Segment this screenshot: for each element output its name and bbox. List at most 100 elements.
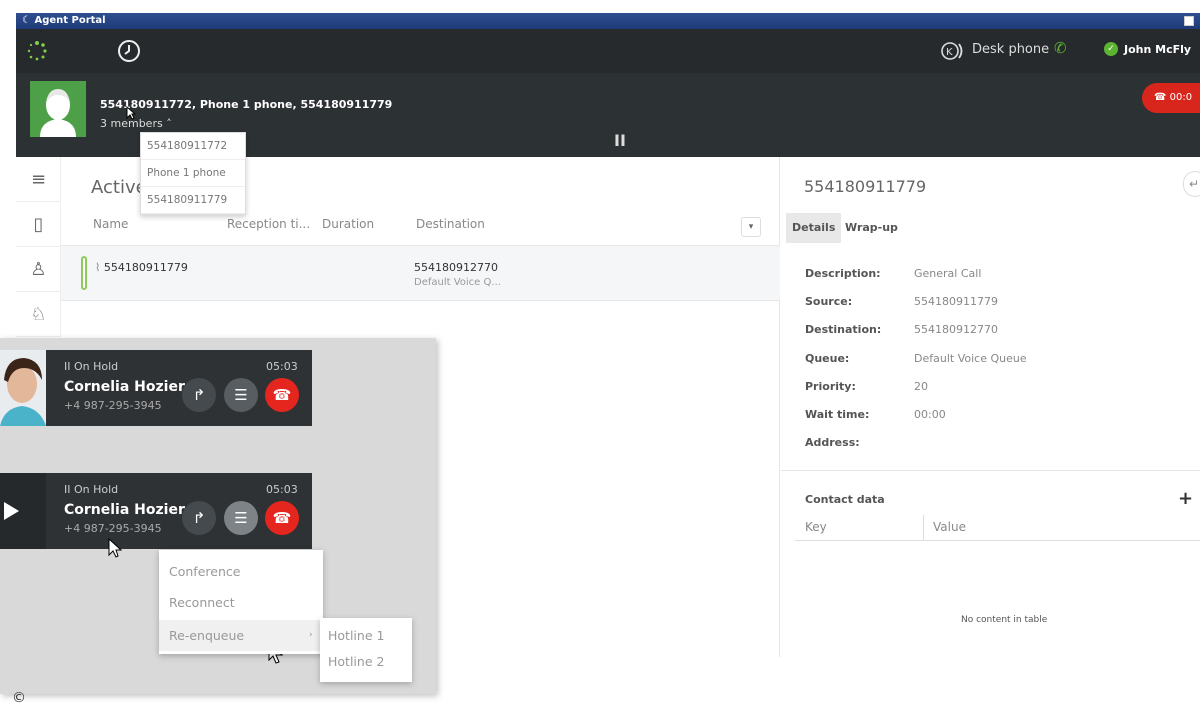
hold-time: 05:03 [266,483,298,496]
nav-active-calls[interactable]: ≡ [16,157,61,202]
copyright-mark: © [12,690,26,706]
column-header-destination[interactable]: Destination [416,217,485,231]
detail-label: Description: [805,267,881,280]
tab-details[interactable]: Details [786,213,842,243]
hangup-icon: ☎ [1154,92,1170,103]
detail-label: Destination: [805,323,882,336]
contact-photo [0,350,46,426]
table-row[interactable]: ⌇ 554180911779 554180912770 Default Voic… [61,245,780,301]
window-title: Agent Portal [34,15,106,26]
column-divider [923,515,924,541]
caller-avatar [30,81,86,137]
hangup-button[interactable]: ☎ 00:0 [1142,83,1200,113]
submenu-item-hotline-1[interactable]: Hotline 1 [320,623,412,649]
menu-item-label: Re-enqueue [169,628,245,643]
member-item[interactable]: Phone 1 phone [141,160,245,187]
hold-status: II On Hold [64,360,119,373]
add-contact-data-icon[interactable]: + [1178,488,1193,509]
call-menu-button[interactable]: ☰ [224,378,258,412]
section-title: Active [91,177,147,198]
transfer-button[interactable]: ↱ [182,501,216,535]
mouse-cursor-icon [108,538,122,558]
hold-status: II On Hold [64,483,119,496]
tab-wrap-up[interactable]: Wrap-up [839,213,904,243]
row-destination: 554180912770 [414,261,498,274]
person-silhouette-icon [30,81,86,137]
phone-connected-icon: ✆ [1054,39,1067,57]
user-name[interactable]: John McFly [1124,43,1191,56]
transfer-button[interactable]: ↱ [182,378,216,412]
detail-label: Priority: [805,380,856,393]
return-icon[interactable]: ↵ [1183,171,1200,197]
maximize-icon[interactable] [1184,16,1194,26]
column-header-duration[interactable]: Duration [322,217,374,231]
detail-label: Wait time: [805,408,870,421]
detail-label: Queue: [805,352,850,365]
svg-text:K: K [946,47,953,58]
call-participants-title: 554180911772, Phone 1 phone, 55418091177… [100,98,393,111]
end-call-button[interactable]: ☎ [265,378,299,412]
list-icon: ≡ [30,168,47,190]
pause-icon[interactable]: II [614,131,626,150]
column-header-reception[interactable]: Reception ti... [227,217,310,231]
call-timer: 00:0 [1169,92,1193,103]
nav-contacts[interactable]: ♙ [16,247,61,292]
menu-item-conference[interactable]: Conference [159,556,323,587]
contact-number: +4 987-295-3945 [64,399,162,412]
divider [781,470,1200,471]
menu-item-reconnect[interactable]: Reconnect [159,587,323,618]
details-title: 554180911779 [804,177,927,196]
menu-icon: ☰ [234,386,248,404]
hangup-icon: ☎ [272,509,292,527]
play-icon [4,502,19,520]
reenqueue-submenu: Hotline 1 Hotline 2 [320,618,412,682]
call-menu-button[interactable]: ☰ [224,501,258,535]
contact-name: Cornelia Hozier [64,502,185,518]
hold-time: 05:03 [266,360,298,373]
members-dropdown: 554180911772 Phone 1 phone 554180911779 [140,132,246,215]
status-available-icon: ✓ [1104,42,1118,56]
column-header-name[interactable]: Name [93,217,128,231]
hold-call-card[interactable]: II On Hold 05:03 Cornelia Hozier +4 987-… [0,350,312,426]
hangup-icon: ☎ [272,386,292,404]
detail-value: 20 [914,380,928,393]
submenu-item-hotline-2[interactable]: Hotline 2 [320,649,412,675]
hold-call-card[interactable]: II On Hold 05:03 Cornelia Hozier +4 987-… [0,473,312,549]
detail-value: Default Voice Queue [914,352,1027,365]
member-item[interactable]: 554180911772 [141,133,245,160]
call-context-menu: Conference Reconnect Re-enqueue › [159,550,323,654]
book-icon: ▯ [33,213,44,235]
resume-play-button[interactable] [0,473,46,549]
menu-item-reenqueue[interactable]: Re-enqueue › [159,620,323,651]
detail-value: 00:00 [914,408,946,421]
detail-value: 554180912770 [914,323,998,336]
column-header-value[interactable]: Value [933,520,966,534]
loading-spinner-icon [27,41,47,61]
column-menu-button[interactable]: ▾ [741,217,761,237]
nav-phonebook[interactable]: ▯ [16,202,61,247]
chevron-right-icon: › [309,630,313,640]
end-call-button[interactable]: ☎ [265,501,299,535]
nav-team[interactable]: ♘ [16,292,61,337]
contact-name: Cornelia Hozier [64,379,185,395]
transfer-icon: ↱ [192,386,206,404]
window-titlebar: ☾ Agent Portal [16,13,1200,29]
attachment-icon: ⌇ [95,261,104,274]
desk-phone-icon: K [941,42,963,60]
row-status-indicator [81,256,87,290]
member-item[interactable]: 554180911779 [141,187,245,214]
detail-value: General Call [914,267,982,280]
device-label[interactable]: Desk phone [972,42,1049,57]
chevron-up-icon: ˄ [166,117,172,130]
contact-number: +4 987-295-3945 [64,522,162,535]
contact-data-header: Key Value [795,515,1200,541]
empty-table-message: No content in table [961,615,1048,625]
detail-label: Source: [805,295,853,308]
detail-label: Address: [805,436,860,449]
transfer-icon: ↱ [192,509,206,527]
detail-value: 554180911779 [914,295,998,308]
app-logo-icon: ☾ [22,15,35,26]
column-header-key[interactable]: Key [805,520,827,534]
history-clock-icon[interactable] [116,38,142,64]
person-icon: ♙ [30,258,47,280]
